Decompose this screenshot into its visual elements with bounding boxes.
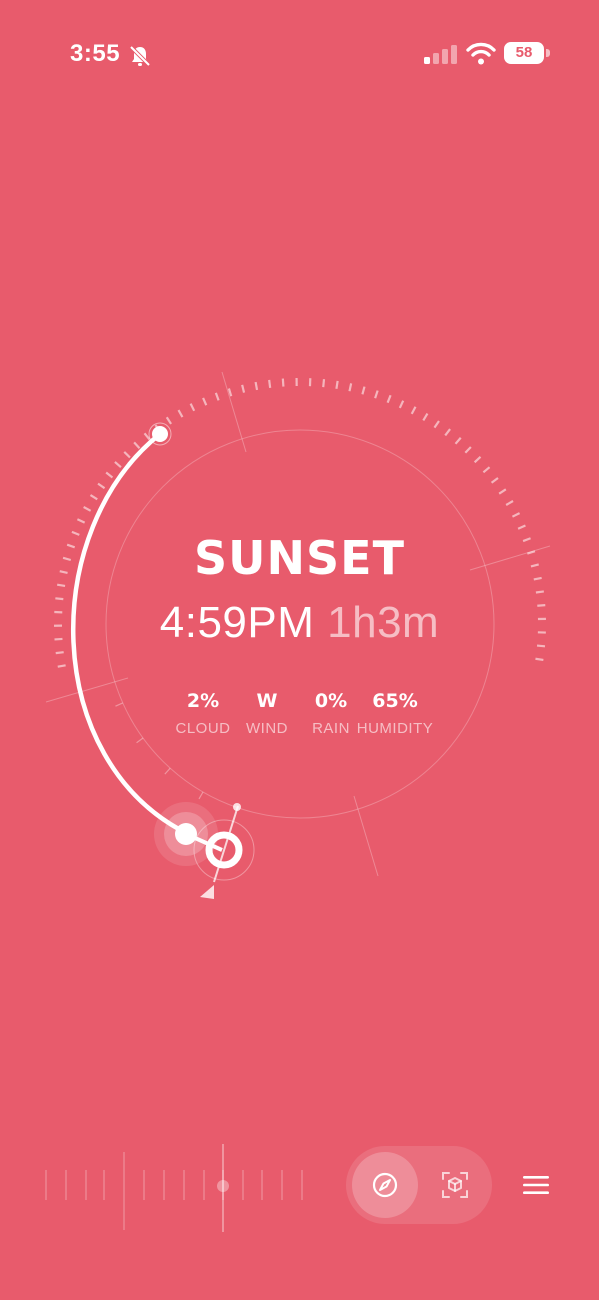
axis-line — [221, 371, 247, 453]
needle-tip — [233, 803, 241, 811]
tick-mark — [322, 379, 326, 388]
tick-mark — [361, 386, 366, 395]
bell-slash-icon — [129, 45, 151, 67]
tick-mark — [241, 384, 246, 393]
tick-mark — [57, 664, 66, 668]
sunrise-marker — [152, 426, 168, 442]
tick-mark — [83, 506, 92, 512]
bottom-bar — [0, 1140, 599, 1240]
timeline-handle[interactable] — [217, 1180, 229, 1192]
stat-label: HUMIDITY — [356, 720, 434, 737]
axis-line — [353, 795, 379, 877]
tick-mark — [511, 512, 521, 518]
tick-mark — [348, 383, 353, 392]
tick-mark — [189, 403, 196, 412]
axis-line — [45, 677, 129, 703]
tick-mark — [105, 471, 114, 479]
stat-value: 65% — [372, 690, 418, 712]
mode-switcher — [346, 1146, 492, 1224]
tick-mark — [97, 482, 106, 490]
battery-indicator: 58 — [504, 42, 552, 66]
status-time: 3:55 — [70, 40, 121, 67]
tick-mark — [374, 390, 379, 399]
tick-mark — [177, 409, 184, 418]
tick-mark — [55, 651, 64, 655]
tick-mark — [517, 524, 526, 530]
tick-mark — [254, 381, 259, 391]
compass-mode-button[interactable] — [352, 1152, 418, 1218]
tick-mark — [490, 477, 499, 484]
event-info: SUNSET 4:59PM 1h3m — [0, 535, 599, 645]
tick-mark — [281, 378, 285, 387]
tick-mark — [482, 466, 491, 474]
tick-mark — [433, 420, 440, 429]
cellular-signal-icon — [424, 45, 457, 64]
battery-tip — [546, 49, 550, 57]
tick-mark — [335, 380, 339, 389]
tick-mark — [202, 397, 208, 406]
stat-humidity: 65% HUMIDITY — [350, 690, 440, 737]
tick-mark — [76, 518, 86, 524]
wifi-icon — [466, 42, 496, 65]
tick-mark — [214, 392, 220, 401]
tick-mark — [114, 461, 122, 469]
battery-level: 58 — [504, 42, 544, 64]
needle-base-triangle — [200, 885, 214, 899]
tick-mark — [535, 657, 544, 662]
tick-mark — [454, 437, 462, 445]
event-remaining: 1h3m — [327, 598, 440, 647]
menu-button[interactable] — [516, 1168, 556, 1202]
event-time: 4:59PM — [159, 598, 315, 647]
hamburger-menu-icon — [523, 1176, 549, 1194]
tick-mark — [165, 416, 172, 425]
tick-mark — [444, 428, 451, 437]
tick-mark — [422, 413, 429, 421]
tick-mark — [505, 500, 514, 506]
tick-mark — [386, 394, 392, 404]
event-title: SUNSET — [194, 531, 405, 585]
compass-icon — [372, 1172, 398, 1198]
tick-mark — [164, 767, 171, 775]
time-scrubber[interactable] — [40, 1140, 320, 1235]
tick-mark — [136, 737, 144, 744]
ar-cube-icon — [442, 1172, 468, 1198]
ar-mode-button[interactable] — [422, 1152, 488, 1218]
tick-mark — [268, 379, 272, 389]
event-time-row: 4:59PM 1h3m — [0, 601, 599, 645]
tick-mark — [89, 494, 98, 501]
tick-mark — [473, 456, 482, 464]
status-bar: 3:55 58 — [0, 0, 599, 110]
tick-mark — [498, 488, 507, 495]
tick-mark — [536, 644, 546, 648]
tick-mark — [198, 791, 204, 800]
tick-mark — [410, 406, 417, 415]
tick-mark — [133, 441, 141, 449]
tick-mark — [123, 451, 131, 459]
tick-mark — [115, 702, 124, 707]
tick-mark — [398, 400, 405, 409]
tick-mark — [464, 446, 472, 454]
